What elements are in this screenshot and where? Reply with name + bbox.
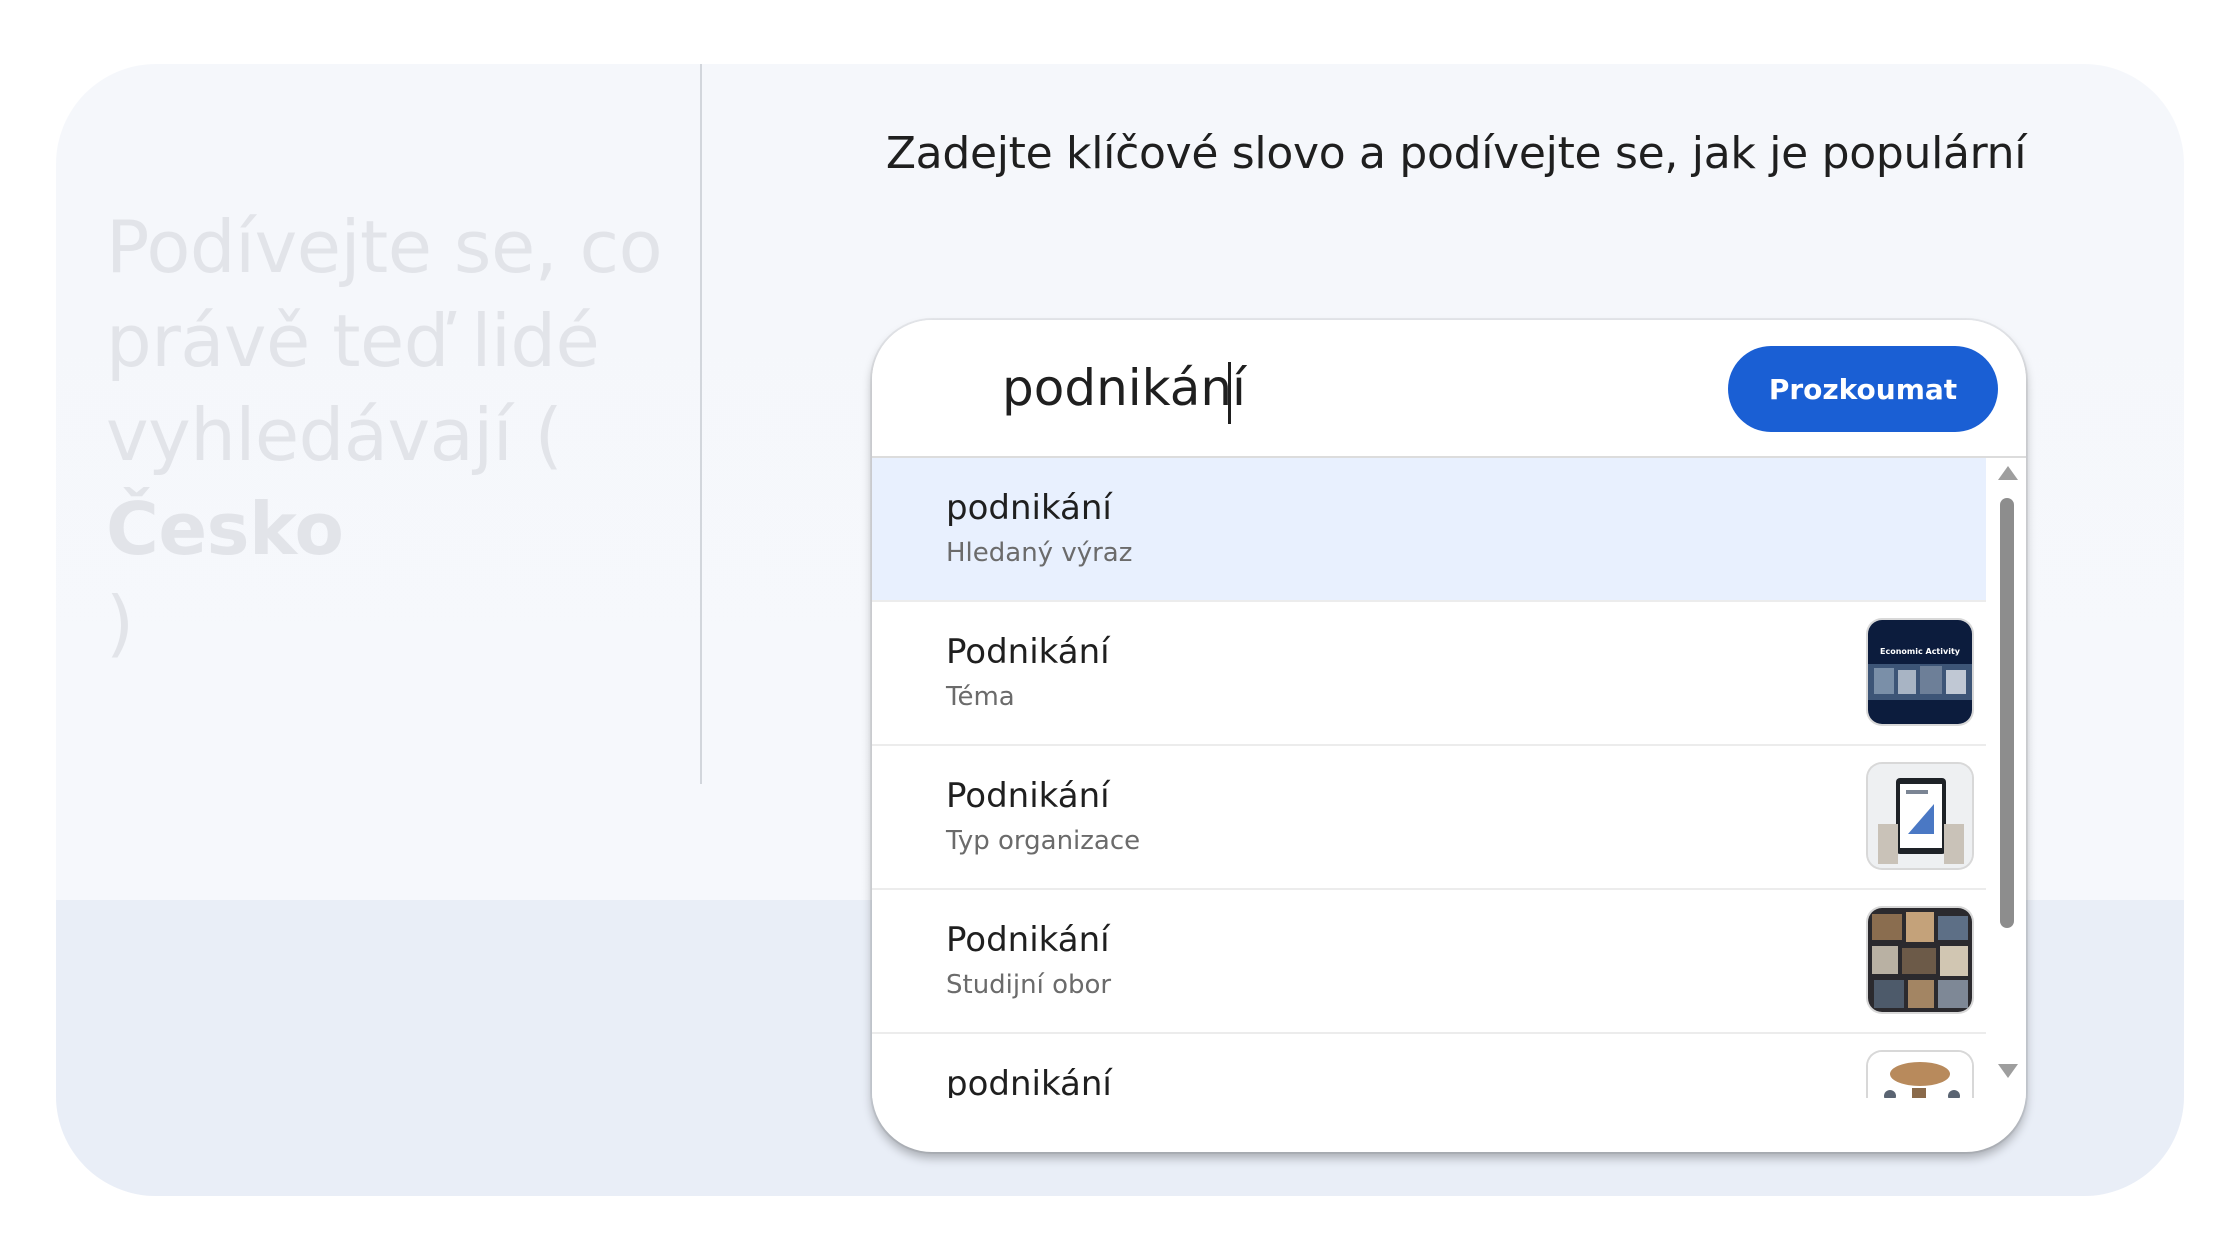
faded-heading: Podívejte se, co právě teď lidé vyhledáv… <box>106 200 686 670</box>
heading-line-2: právě teď lidé <box>106 299 600 383</box>
search-input[interactable] <box>1002 348 1722 428</box>
map-figures-thumbnail <box>1868 1052 1972 1098</box>
suggestion-type: Hledaný výraz <box>946 538 1133 568</box>
text-caret <box>1228 362 1231 424</box>
suggestion-list: podnikání Hledaný výraz Podnikání Téma E… <box>872 458 1986 1098</box>
suggestion-item-search-term[interactable]: podnikání Hledaný výraz <box>872 458 1986 602</box>
suggestion-type: Studijní obor <box>946 970 1112 1000</box>
suggestion-title: Podnikání <box>946 776 1110 816</box>
vertical-divider <box>700 64 702 784</box>
suggestion-title: podnikání <box>946 488 1112 528</box>
scroll-up-arrow-icon[interactable] <box>1998 466 2018 480</box>
suggestion-title: podnikání <box>946 1064 1112 1098</box>
suggestion-item-organization[interactable]: Podnikání Typ organizace <box>872 746 1986 890</box>
search-row: Prozkoumat <box>872 320 2026 458</box>
suggestion-title: Podnikání <box>946 632 1110 672</box>
suggestion-item-topic[interactable]: Podnikání Téma Economic Activity <box>872 602 1986 746</box>
suggestion-title: Podnikání <box>946 920 1110 960</box>
heading-line-3: vyhledávají ( <box>106 393 563 477</box>
heading-line-5: ) <box>106 581 134 665</box>
suggestion-type: Téma <box>946 682 1015 712</box>
office-collage-thumbnail <box>1868 908 1972 1012</box>
economic-activity-thumbnail: Economic Activity <box>1868 620 1972 724</box>
explore-button[interactable]: Prozkoumat <box>1728 346 1998 432</box>
heading-line-1: Podívejte se, co <box>106 205 663 289</box>
suggestion-item-field-of-study[interactable]: Podnikání Studijní obor <box>872 890 1986 1034</box>
list-scrollbar[interactable] <box>1990 458 2026 1098</box>
scroll-down-arrow-icon[interactable] <box>1998 1064 2018 1078</box>
heading-line-4: Česko <box>106 487 344 571</box>
thumb-caption: Economic Activity <box>1880 647 1961 656</box>
suggestion-item-other[interactable]: podnikání <box>872 1034 1986 1098</box>
search-prompt: Zadejte klíčové slovo a podívejte se, ja… <box>885 128 2027 179</box>
scroll-thumb[interactable] <box>2000 498 2014 928</box>
search-panel: Prozkoumat podnikání Hledaný výraz Podni… <box>872 320 2026 1152</box>
tablet-chart-thumbnail <box>1868 764 1972 868</box>
suggestion-type: Typ organizace <box>946 826 1141 856</box>
